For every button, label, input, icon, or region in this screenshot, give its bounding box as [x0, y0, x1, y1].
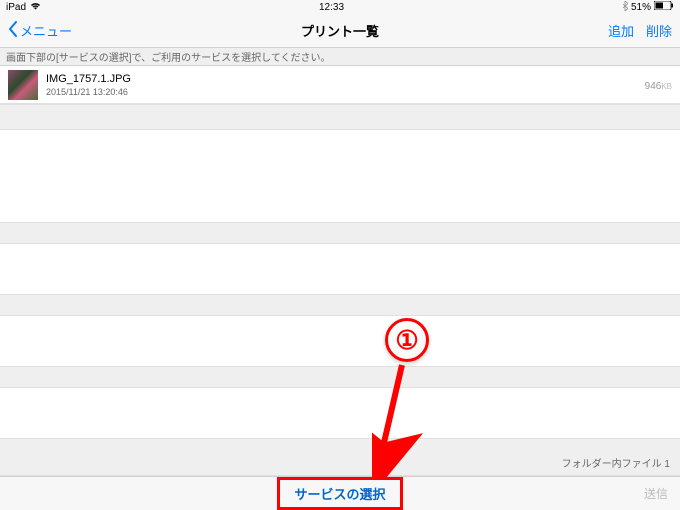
device-label: iPad — [6, 2, 26, 13]
delete-button[interactable]: 削除 — [646, 21, 672, 40]
section-divider — [0, 366, 680, 388]
bottom-toolbar: サービスの選択 送信 — [0, 476, 680, 510]
service-select-button[interactable]: サービスの選択 — [277, 477, 402, 510]
status-right: 51% — [622, 1, 674, 14]
section-divider — [0, 294, 680, 316]
file-thumbnail — [8, 70, 38, 100]
section-divider — [0, 222, 680, 244]
folder-file-count: フォルダー内ファイル 1 — [562, 455, 670, 470]
chevron-left-icon — [8, 21, 18, 40]
content-area — [0, 104, 680, 476]
battery-icon — [654, 1, 674, 13]
file-row[interactable]: IMG_1757.1.JPG 2015/11/21 13:20:46 946KB — [0, 66, 680, 104]
battery-percent: 51% — [631, 2, 651, 13]
file-size-wrap: 946KB — [645, 76, 672, 94]
bluetooth-icon — [622, 1, 628, 14]
send-button[interactable]: 送信 — [644, 485, 668, 502]
back-label: メニュー — [20, 21, 72, 40]
nav-actions: 追加 削除 — [608, 21, 672, 40]
status-left: iPad — [6, 2, 41, 13]
page-title: プリント一覧 — [301, 21, 379, 40]
file-date: 2015/11/21 13:20:46 — [46, 87, 637, 97]
file-name: IMG_1757.1.JPG — [46, 73, 637, 85]
annotation-step-marker: ① — [385, 318, 429, 362]
back-button[interactable]: メニュー — [8, 21, 72, 40]
file-size-unit: KB — [661, 82, 672, 91]
nav-bar: メニュー プリント一覧 追加 削除 — [0, 14, 680, 48]
instruction-text: 画面下部の[サービスの選択]で、ご利用のサービスを選択してください。 — [0, 48, 680, 66]
status-time: 12:33 — [319, 2, 344, 13]
status-bar: iPad 12:33 51% — [0, 0, 680, 14]
section-divider — [0, 104, 680, 130]
add-button[interactable]: 追加 — [608, 21, 634, 40]
wifi-icon — [30, 2, 41, 13]
file-info: IMG_1757.1.JPG 2015/11/21 13:20:46 — [46, 73, 637, 97]
file-size: 946 — [645, 81, 662, 92]
